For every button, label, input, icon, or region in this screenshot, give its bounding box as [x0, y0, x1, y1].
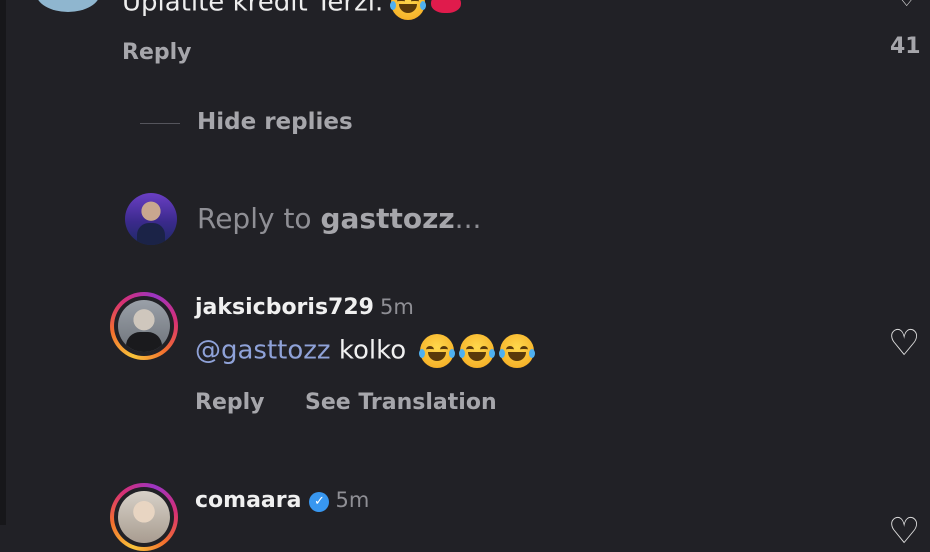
- mention-link[interactable]: @gasttozz: [195, 336, 331, 366]
- username-text[interactable]: comaara: [195, 488, 301, 513]
- username-text[interactable]: jaksicboris729: [195, 295, 374, 320]
- composer-suffix: ...: [454, 202, 482, 235]
- tears-of-joy-emoji: [419, 334, 456, 368]
- reply-composer-input[interactable]: Reply to gasttozz...: [197, 202, 481, 235]
- comment-time: 5m: [379, 295, 414, 319]
- current-user-avatar: [125, 193, 177, 245]
- thread-divider: [140, 123, 180, 124]
- comment-text: kolko: [338, 335, 407, 366]
- verified-badge-icon: ✓: [309, 492, 330, 512]
- heart-outline-icon[interactable]: ♡: [888, 326, 920, 362]
- top-comment-reply-button[interactable]: Reply: [122, 40, 192, 65]
- hide-replies-button[interactable]: Hide replies: [197, 109, 353, 135]
- top-comment-body: Uplatite kredit Terzi.: [122, 0, 384, 18]
- comment-username[interactable]: jaksicboris729 5m: [195, 295, 414, 320]
- tears-of-joy-emoji: [459, 334, 496, 368]
- tears-of-joy-emoji: [390, 0, 427, 20]
- heart-outline-icon[interactable]: ♡: [888, 514, 920, 550]
- kiss-mark-emoji: [431, 0, 462, 13]
- avatar[interactable]: [110, 483, 178, 551]
- comment-body: @gasttozz kolko: [195, 334, 536, 368]
- top-comment-avatar[interactable]: [36, 0, 100, 12]
- top-comment-text: Uplatite kredit Terzi.: [122, 0, 462, 20]
- comment-username[interactable]: comaara ✓ 5m: [195, 488, 369, 513]
- left-edge: [0, 0, 6, 525]
- top-comment-like-count: 41: [890, 34, 921, 59]
- avatar[interactable]: [110, 292, 178, 360]
- composer-prefix: Reply to: [197, 202, 321, 235]
- heart-outline-icon[interactable]: ♡: [896, 0, 918, 12]
- see-translation-button[interactable]: See Translation: [305, 390, 497, 415]
- comment-time: 5m: [335, 488, 370, 512]
- composer-target: gasttozz: [320, 202, 455, 235]
- comment-reply-button[interactable]: Reply: [195, 390, 265, 415]
- tears-of-joy-emoji: [499, 334, 536, 368]
